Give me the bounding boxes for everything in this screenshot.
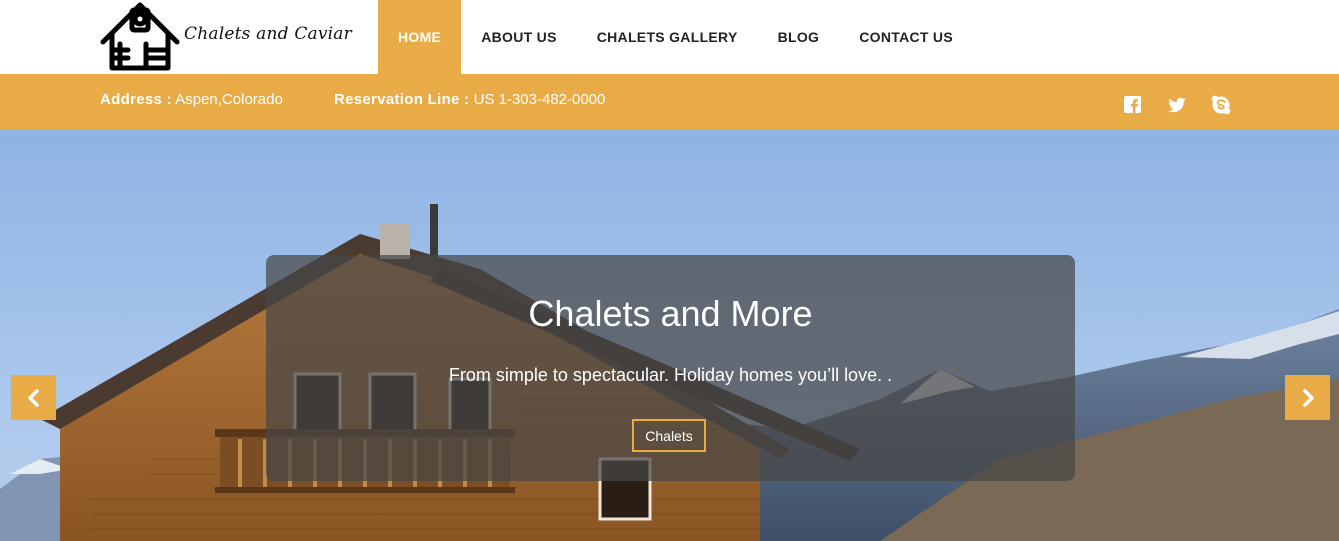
info-bar: Address : Aspen,Colorado Reservation Lin… <box>0 74 1339 129</box>
nav-about-us[interactable]: ABOUT US <box>461 0 577 74</box>
hero-slider: Chalets and More From simple to spectacu… <box>0 129 1339 541</box>
chevron-right-icon <box>1302 388 1314 407</box>
twitter-icon[interactable] <box>1166 94 1188 116</box>
slider-next-button[interactable] <box>1285 375 1330 420</box>
skype-icon[interactable] <box>1210 94 1232 116</box>
nav-contact-us[interactable]: CONTACT US <box>839 0 973 74</box>
reservation-label: Reservation Line : <box>334 91 470 108</box>
main-nav: HOME ABOUT US CHALETS GALLERY BLOG CONTA… <box>378 0 973 74</box>
address-value: Aspen,Colorado <box>175 91 283 108</box>
address-label: Address : <box>100 91 172 108</box>
site-logo[interactable]: Chalets and Caviar <box>100 0 352 72</box>
site-header: Chalets and Caviar HOME ABOUT US CHALETS… <box>0 0 1339 74</box>
slider-prev-button[interactable] <box>11 375 56 420</box>
nav-chalets-gallery[interactable]: CHALETS GALLERY <box>577 0 758 74</box>
brand-name: Chalets and Caviar <box>184 24 352 44</box>
address-info: Address : Aspen,Colorado <box>100 91 283 108</box>
chalets-button[interactable]: Chalets <box>632 419 706 452</box>
hero-title: Chalets and More <box>528 293 813 334</box>
facebook-icon[interactable] <box>1122 94 1144 116</box>
chevron-left-icon <box>27 388 39 407</box>
house-icon <box>100 2 180 71</box>
reservation-value[interactable]: US 1-303-482-0000 <box>474 91 606 108</box>
reservation-info: Reservation Line : US 1-303-482-0000 <box>334 91 605 108</box>
hero-subtitle: From simple to spectacular. Holiday home… <box>448 365 893 385</box>
nav-home[interactable]: HOME <box>378 0 462 74</box>
nav-blog[interactable]: BLOG <box>758 0 840 74</box>
hero-caption: Chalets and More From simple to spectacu… <box>266 255 1075 481</box>
